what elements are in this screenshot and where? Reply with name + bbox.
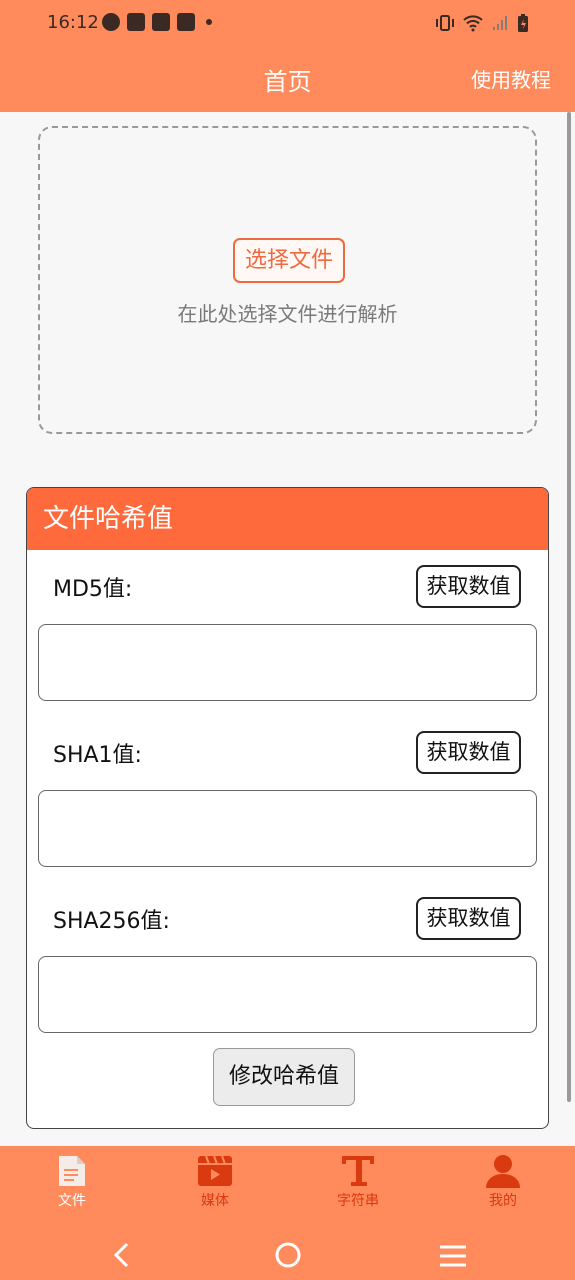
sha256-field[interactable] <box>38 956 537 1033</box>
system-status-icons <box>435 13 529 33</box>
nav-item-media[interactable]: 媒体 <box>170 1154 260 1210</box>
nav-label-string: 字符串 <box>337 1193 379 1209</box>
drop-hint-text: 在此处选择文件进行解析 <box>177 302 398 326</box>
home-icon[interactable] <box>274 1240 302 1270</box>
sha1-field[interactable] <box>38 790 537 867</box>
sha256-label: SHA256值: <box>53 909 170 934</box>
vibrate-icon <box>436 15 454 31</box>
file-hash-card: 文件哈希值 MD5值: 获取数值 SHA1值: 获取数值 SHA256值: 获取… <box>26 487 549 1129</box>
system-navigation-bar <box>0 1232 575 1280</box>
wifi-icon <box>463 15 483 32</box>
status-bar: 16:12 <box>0 0 575 48</box>
nav-item-mine[interactable]: 我的 <box>458 1154 548 1210</box>
md5-label: MD5值: <box>53 577 133 602</box>
nav-label-media: 媒体 <box>201 1193 229 1209</box>
text-icon <box>342 1156 374 1186</box>
choose-file-button[interactable]: 选择文件 <box>233 238 345 283</box>
video-icon <box>198 1155 232 1186</box>
get-md5-button[interactable]: 获取数值 <box>416 565 521 608</box>
user-icon <box>486 1155 520 1188</box>
nav-item-string[interactable]: 字符串 <box>313 1154 403 1210</box>
md5-field[interactable] <box>38 624 537 701</box>
menu-icon[interactable] <box>439 1243 467 1269</box>
nav-label-mine: 我的 <box>489 1193 517 1209</box>
app-notification-icon <box>102 13 120 31</box>
file-icon <box>59 1156 85 1186</box>
get-sha1-button[interactable]: 获取数值 <box>416 731 521 774</box>
back-icon[interactable] <box>108 1240 136 1270</box>
signal-icon <box>493 16 507 30</box>
bottom-navigation: 文件 媒体 字符串 我的 <box>0 1146 575 1280</box>
nav-label-file: 文件 <box>58 1193 86 1209</box>
file-drop-zone[interactable]: 选择文件 在此处选择文件进行解析 <box>38 126 537 434</box>
top-app-bar: 16:12 首页 使用教程 <box>0 0 575 112</box>
more-notifications-icon <box>206 19 212 25</box>
battery-charging-icon <box>518 14 528 32</box>
shopping-bag-icon <box>127 13 145 31</box>
shopping-bag-icon <box>152 13 170 31</box>
nav-item-file[interactable]: 文件 <box>27 1154 117 1210</box>
get-sha256-button[interactable]: 获取数值 <box>416 897 521 940</box>
notification-icons <box>102 13 212 31</box>
sha1-label: SHA1值: <box>53 743 142 768</box>
scrollbar[interactable] <box>567 112 571 1102</box>
tutorial-link[interactable]: 使用教程 <box>471 64 551 93</box>
status-time: 16:12 <box>47 12 99 33</box>
hash-card-title: 文件哈希值 <box>27 488 548 550</box>
modify-hash-button[interactable]: 修改哈希值 <box>213 1048 355 1106</box>
shopping-bag-icon <box>177 13 195 31</box>
